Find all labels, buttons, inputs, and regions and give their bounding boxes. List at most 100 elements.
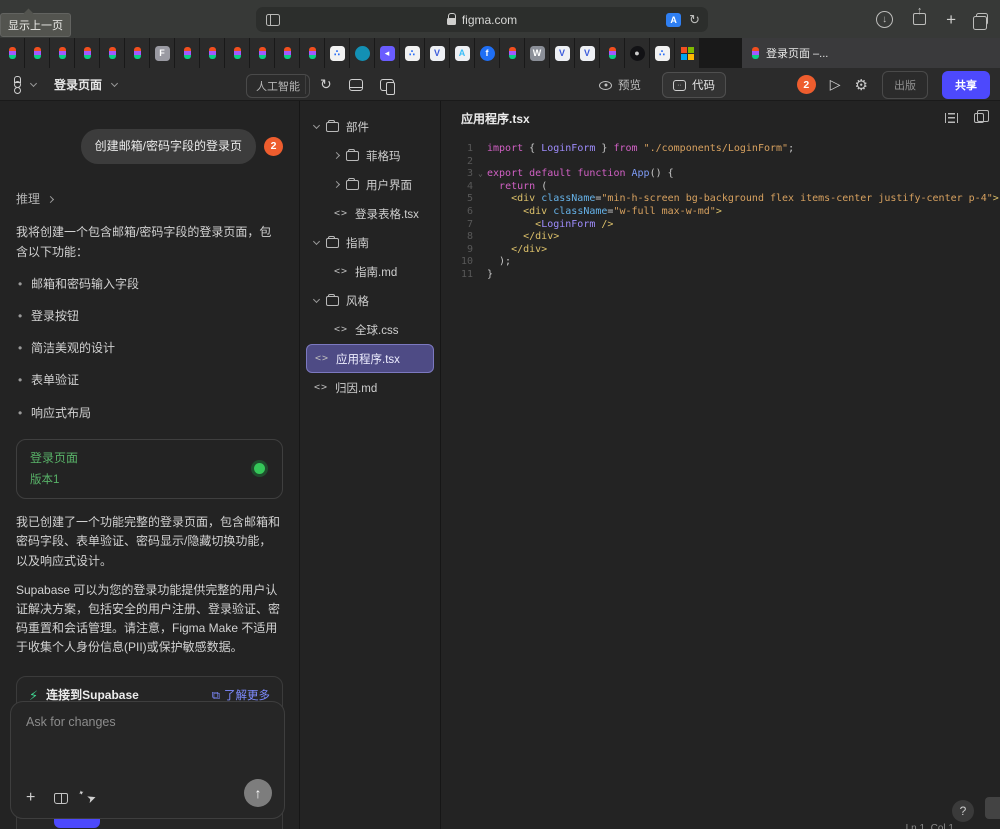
pinned-tab[interactable]: V [575, 38, 599, 68]
tree-item-全球.css[interactable]: <>全球.css [306, 315, 434, 344]
feature-item: 简洁美观的设计 [16, 339, 283, 358]
play-icon[interactable]: ▷ [830, 76, 841, 93]
url-bar[interactable]: figma.com A ↻ [256, 7, 708, 32]
figma-tab-icon [34, 47, 41, 59]
pinned-tab[interactable]: W [525, 38, 549, 68]
version-card[interactable]: 登录页面 版本1 [16, 439, 283, 500]
tab-code[interactable]: ·· 代码 [662, 72, 726, 98]
pinned-tab[interactable] [275, 38, 299, 68]
code-file-icon: <> [314, 382, 328, 393]
tree-item-指南[interactable]: 指南 [306, 228, 434, 257]
feature-list: 邮箱和密码输入字段登录按钮简洁美观的设计表单验证响应式布局 [16, 275, 283, 423]
browser-chrome: 显示上一页 figma.com A ↻ ↓ + [0, 0, 1000, 38]
tree-item-风格[interactable]: 风格 [306, 286, 434, 315]
code-line: 8 </div> [455, 231, 1000, 244]
pinned-tab[interactable] [675, 38, 699, 68]
folder-icon [326, 122, 339, 132]
translate-icon[interactable]: A [666, 13, 681, 27]
tree-item-应用程序.tsx[interactable]: <>应用程序.tsx [306, 344, 434, 373]
help-button[interactable]: ? [952, 800, 974, 822]
w-app-tab-icon: W [530, 46, 545, 61]
point-edit-icon[interactable]: ➤ [85, 790, 98, 805]
pinned-tab[interactable] [125, 38, 149, 68]
publish-button[interactable]: 出版 [882, 71, 928, 99]
pinned-tab[interactable] [500, 38, 524, 68]
figma-tab-icon [184, 47, 191, 59]
pinned-tab[interactable]: f [475, 38, 499, 68]
pinned-tab[interactable]: F [150, 38, 174, 68]
share-icon[interactable] [913, 13, 926, 25]
chat-panel: 创建邮箱/密码字段的登录页 2 推理 我将创建一个包含邮箱/密码字段的登录页面，… [0, 101, 300, 829]
code-line: 1import { LoginForm } from "./components… [455, 143, 1000, 156]
tree-item-部件[interactable]: 部件 [306, 112, 434, 141]
send-button[interactable]: ↑ [244, 779, 272, 807]
console-panel-icon[interactable] [349, 79, 363, 91]
token-st: "w-full max-w-md" [613, 206, 715, 219]
token-tg: < [487, 219, 541, 232]
fold-gutter [478, 269, 487, 282]
pinned-tab[interactable]: V [425, 38, 449, 68]
pinned-tab[interactable] [175, 38, 199, 68]
figma-tab-icon [209, 47, 216, 59]
pinned-tab[interactable] [25, 38, 49, 68]
pinned-tab[interactable]: ∴ [400, 38, 424, 68]
pinned-tab[interactable] [600, 38, 624, 68]
tab-overview-icon[interactable] [976, 13, 988, 25]
pinned-tab[interactable]: ◂ [375, 38, 399, 68]
tree-item-菲格玛[interactable]: 菲格玛 [306, 141, 434, 170]
reload-icon[interactable]: ↻ [689, 12, 700, 28]
downloads-icon[interactable]: ↓ [876, 11, 893, 28]
dark-circle-tab-icon: ● [630, 46, 645, 61]
tab-preview[interactable]: 预览 [588, 72, 652, 98]
fold-icon[interactable]: ⌄ [478, 168, 487, 181]
copy-code-icon[interactable] [974, 113, 984, 123]
feature-item: 表单验证 [16, 371, 283, 390]
chevron-down-icon[interactable] [30, 79, 37, 86]
user-message-bubble: 创建邮箱/密码字段的登录页 [81, 129, 256, 164]
share-button[interactable]: 共享 [942, 71, 990, 99]
pinned-tab[interactable]: V [550, 38, 574, 68]
tree-item-指南.md[interactable]: <>指南.md [306, 257, 434, 286]
chevron-right-icon [47, 196, 54, 203]
pinned-tab[interactable] [225, 38, 249, 68]
figma-menu-icon[interactable] [14, 76, 21, 94]
tree-item-归因.md[interactable]: <>归因.md [306, 373, 434, 402]
file-title[interactable]: 登录页面 [54, 76, 102, 93]
pinned-tab[interactable] [250, 38, 274, 68]
split-view-icon[interactable] [380, 79, 394, 91]
refresh-icon[interactable]: ↻ [320, 76, 332, 93]
fold-gutter [478, 181, 487, 194]
editor-file-name: 应用程序.tsx [461, 110, 945, 127]
token-tg: /> [595, 219, 613, 232]
pinned-tab[interactable] [75, 38, 99, 68]
line-number: 11 [455, 269, 473, 282]
tree-item-label: 部件 [346, 119, 369, 135]
pinned-tab[interactable] [200, 38, 224, 68]
active-tab[interactable]: 登录页面 –... [742, 38, 1000, 68]
code-file-icon: <> [334, 324, 348, 335]
new-tab-icon[interactable]: + [946, 11, 956, 28]
tree-item-用户界面[interactable]: 用户界面 [306, 170, 434, 199]
format-code-icon[interactable] [945, 113, 958, 123]
pinned-tab[interactable] [100, 38, 124, 68]
ms-grid-tab-icon [681, 47, 694, 60]
notification-badge[interactable]: 2 [797, 75, 816, 94]
guidelines-icon[interactable] [54, 793, 68, 804]
code-lines[interactable]: 1import { LoginForm } from "./components… [441, 135, 1000, 282]
code-editor-panel: 应用程序.tsx 1import { LoginForm } from "./c… [441, 101, 1000, 829]
reasoning-toggle[interactable]: 推理 [16, 190, 283, 209]
pinned-tab[interactable]: ∴ [650, 38, 674, 68]
attach-icon[interactable]: + [26, 790, 35, 806]
pinned-tab[interactable] [0, 38, 24, 68]
pinned-tab[interactable] [50, 38, 74, 68]
pinned-tab[interactable]: ● [625, 38, 649, 68]
gear-icon[interactable]: ⚙ [855, 76, 868, 94]
pinned-tab[interactable]: ∴ [325, 38, 349, 68]
pinned-tab[interactable]: A [450, 38, 474, 68]
pinned-tab[interactable] [350, 38, 374, 68]
tree-item-登录表格.tsx[interactable]: <>登录表格.tsx [306, 199, 434, 228]
pinned-tab[interactable] [300, 38, 324, 68]
message-badge: 2 [264, 137, 283, 156]
prompt-input[interactable]: Ask for changes + ➤ ↑ [10, 701, 285, 819]
chevron-down-icon[interactable] [111, 79, 118, 86]
